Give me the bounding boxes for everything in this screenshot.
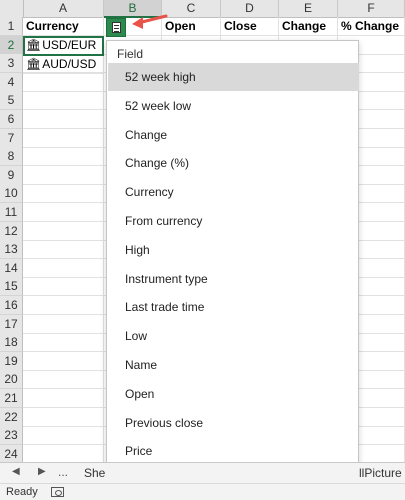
select-all-corner[interactable] [0,0,24,17]
grid-cell[interactable] [23,426,104,446]
status-text: Ready [6,486,38,498]
cell-a2-text: USD/EUR [42,38,97,52]
row-header-12[interactable]: 12 [0,221,23,241]
row-header-23[interactable]: 23 [0,426,23,446]
row-header-7[interactable]: 7 [0,128,23,148]
grid-cell[interactable] [23,128,104,148]
grid-cell[interactable] [23,314,104,334]
grid-cell[interactable] [23,296,104,315]
grid-cell[interactable] [23,221,104,241]
grid-cell[interactable] [23,147,104,167]
row-header-14[interactable]: 14 [0,258,23,278]
grid-cell[interactable] [23,110,104,129]
dropdown-item[interactable]: High [108,236,359,264]
cell-a1[interactable]: Currency [23,17,104,36]
accessibility-camera-icon[interactable] [51,487,64,497]
dropdown-item[interactable]: Previous close [108,409,359,437]
row-header-17[interactable]: 17 [0,314,23,334]
dropdown-title: Field [117,47,144,61]
grid-cell[interactable] [23,203,104,222]
cell-d1[interactable]: Close [221,17,279,36]
grid-cell[interactable] [23,370,104,390]
grid-cell[interactable] [23,444,104,464]
row-header-2[interactable]: 2 [0,35,23,55]
dropdown-item[interactable]: Instrument type [108,265,359,293]
column-header-c[interactable]: C [162,0,221,17]
row-header-19[interactable]: 19 [0,351,23,371]
grid-cell[interactable] [23,389,104,408]
dropdown-item[interactable]: Change (%) [108,149,359,177]
dropdown-item[interactable]: 52 week high [108,63,359,91]
bank-icon[interactable]: 🏛 [26,36,41,54]
bank-icon[interactable]: 🏛 [26,55,41,73]
row-header-15[interactable]: 15 [0,277,23,297]
cell-f1[interactable]: % Change [338,17,405,36]
dropdown-item[interactable]: Currency [108,178,359,206]
grid-cell[interactable] [23,184,104,204]
sheet-tab-right[interactable]: llPicture [359,466,402,480]
more-sheets-button[interactable]: ... [58,465,68,479]
grid-cell[interactable] [23,240,104,260]
red-arrow-annotation [132,14,168,29]
sheet-tab[interactable]: She [84,466,105,480]
row-header-6[interactable]: 6 [0,110,23,129]
row-header-18[interactable]: 18 [0,333,23,353]
column-header-f[interactable]: F [338,0,405,17]
grid-cell[interactable] [23,91,104,111]
row-header-4[interactable]: 4 [0,72,23,92]
row-header-21[interactable]: 21 [0,389,23,408]
cell-e1[interactable]: Change [279,17,338,36]
sheet-tab-bar: ◀ ▶ ... She llPicture [0,462,405,483]
row-header-16[interactable]: 16 [0,296,23,315]
field-dropdown: Field 52 week high 52 week low Change Chang… [106,40,359,492]
dropdown-item[interactable]: Change [108,121,359,149]
insert-data-icon [112,22,121,33]
row-header-24[interactable]: 24 [0,444,23,464]
grid-cell[interactable] [23,258,104,278]
dropdown-item[interactable]: Last trade time [108,293,359,321]
dropdown-item[interactable]: Name [108,351,359,379]
row-header-5[interactable]: 5 [0,91,23,111]
row-header-22[interactable]: 22 [0,407,23,427]
grid-cell[interactable] [23,351,104,371]
column-header-d[interactable]: D [221,0,279,17]
row-header-9[interactable]: 9 [0,165,23,185]
grid-cell[interactable] [23,407,104,427]
grid-cell[interactable] [23,333,104,353]
previous-sheet-icon[interactable]: ◀ [12,466,20,477]
dropdown-item[interactable]: Low [108,322,359,350]
row-header-3[interactable]: 3 [0,54,23,74]
row-header-20[interactable]: 20 [0,370,23,390]
row-header-1[interactable]: 1 [0,17,23,36]
dropdown-item[interactable]: From currency [108,207,359,235]
column-header-a[interactable]: A [23,0,104,17]
cell-a3-text: AUD/USD [42,57,97,71]
grid-cell[interactable] [23,165,104,185]
column-header-e[interactable]: E [279,0,338,17]
cell-a3[interactable]: 🏛AUD/USD [23,55,104,74]
insert-data-button[interactable] [106,18,126,37]
dropdown-item[interactable]: Open [108,380,359,408]
grid-cell[interactable] [23,277,104,297]
grid-cell[interactable] [23,72,104,92]
cell-c1[interactable]: Open [162,17,221,36]
cell-a2[interactable]: 🏛USD/EUR [23,36,104,55]
status-bar: Ready [0,483,405,500]
row-header-11[interactable]: 11 [0,203,23,222]
row-header-8[interactable]: 8 [0,147,23,167]
dropdown-item[interactable]: 52 week low [108,92,359,120]
row-header-10[interactable]: 10 [0,184,23,204]
next-sheet-icon[interactable]: ▶ [38,466,46,477]
row-header-13[interactable]: 13 [0,240,23,260]
